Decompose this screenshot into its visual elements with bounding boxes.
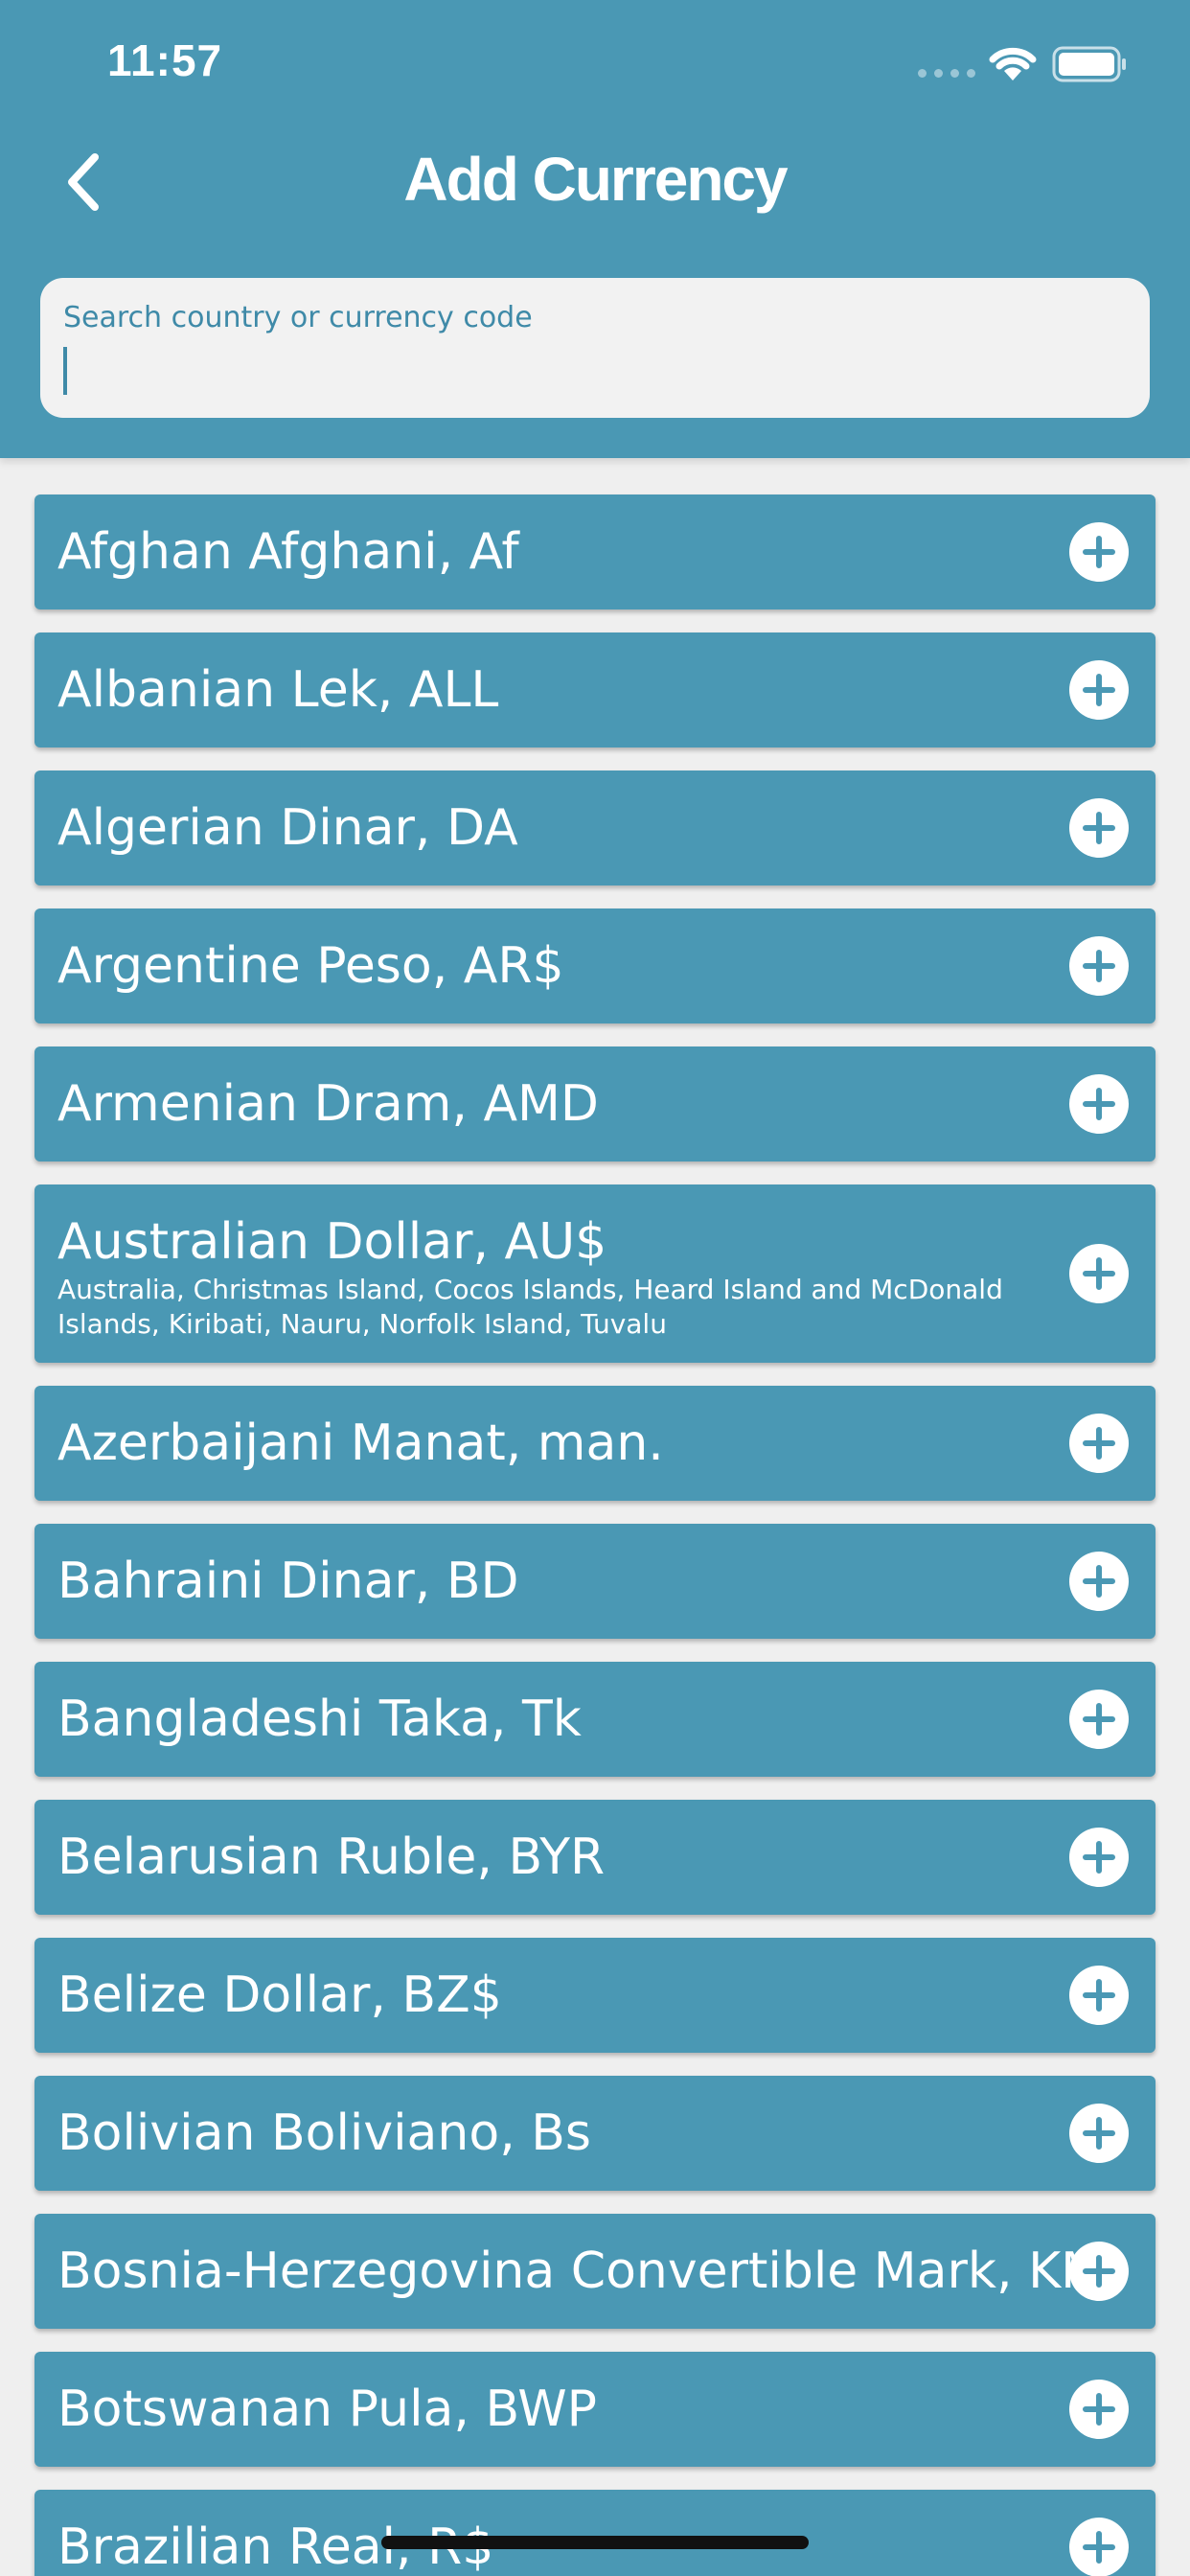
currency-row[interactable]: Bahraini Dinar, BD [34, 1524, 1156, 1639]
currency-row[interactable]: Albanian Lek, ALL [34, 632, 1156, 748]
wifi-icon [989, 47, 1037, 80]
plus-circle-icon[interactable] [1069, 1074, 1129, 1134]
plus-circle-icon[interactable] [1069, 660, 1129, 720]
home-indicator [381, 2536, 809, 2549]
currency-name: Belarusian Ruble, BYR [57, 1828, 606, 1886]
currency-name: Armenian Dram, AMD [57, 1075, 599, 1133]
currency-name: Australian Dollar, AU$ [57, 1213, 607, 1271]
currency-list: Afghan Afghani, Af Albanian Lek, ALL Alger… [34, 494, 1156, 2576]
currency-name: Belize Dollar, BZ$ [57, 1966, 502, 2024]
currency-name: Bosnia-Herzegovina Convertible Mark, KM [57, 2242, 1105, 2300]
plus-circle-icon[interactable] [1069, 1966, 1129, 2025]
currency-row[interactable]: Armenian Dram, AMD [34, 1046, 1156, 1162]
text-caret [63, 347, 67, 395]
currency-row[interactable]: Afghan Afghani, Af [34, 494, 1156, 610]
currency-row[interactable]: Brazilian Real, R$ [34, 2490, 1156, 2576]
currency-name: Botswanan Pula, BWP [57, 2380, 598, 2438]
app-header: 11:57 Add Currency Search country or cur… [0, 0, 1190, 458]
currency-row[interactable]: Azerbaijani Manat, man. [34, 1386, 1156, 1501]
plus-circle-icon[interactable] [1069, 798, 1129, 858]
currency-name: Bangladeshi Taka, Tk [57, 1690, 582, 1748]
plus-circle-icon[interactable] [1069, 2380, 1129, 2439]
cellular-signal-icon [918, 69, 975, 78]
plus-circle-icon[interactable] [1069, 1690, 1129, 1749]
currency-name: Azerbaijani Manat, man. [57, 1414, 664, 1472]
currency-row[interactable]: Bolivian Boliviano, Bs [34, 2076, 1156, 2191]
search-input[interactable]: Search country or currency code [40, 278, 1150, 418]
currency-row[interactable]: Australian Dollar, AU$ Australia, Christm… [34, 1184, 1156, 1363]
currency-name: Albanian Lek, ALL [57, 661, 499, 719]
currency-row[interactable]: Botswanan Pula, BWP [34, 2352, 1156, 2467]
plus-circle-icon[interactable] [1069, 1414, 1129, 1473]
plus-circle-icon[interactable] [1069, 522, 1129, 582]
search-placeholder: Search country or currency code [63, 301, 533, 334]
plus-circle-icon[interactable] [1069, 936, 1129, 996]
plus-circle-icon[interactable] [1069, 2242, 1129, 2301]
battery-icon [1052, 46, 1126, 82]
plus-circle-icon[interactable] [1069, 1244, 1129, 1303]
plus-circle-icon[interactable] [1069, 2104, 1129, 2163]
currency-row[interactable]: Belize Dollar, BZ$ [34, 1938, 1156, 2053]
page-title: Add Currency [403, 145, 788, 214]
currency-name: Argentine Peso, AR$ [57, 937, 564, 995]
currency-row[interactable]: Argentine Peso, AR$ [34, 908, 1156, 1024]
currency-name: Afghan Afghani, Af [57, 523, 519, 581]
plus-circle-icon[interactable] [1069, 1828, 1129, 1887]
currency-name: Algerian Dinar, DA [57, 799, 518, 857]
currency-name: Bahraini Dinar, BD [57, 1552, 519, 1610]
currency-row[interactable]: Algerian Dinar, DA [34, 770, 1156, 886]
plus-circle-icon[interactable] [1069, 2518, 1129, 2576]
status-time: 11:57 [107, 35, 223, 85]
currency-name: Bolivian Boliviano, Bs [57, 2104, 592, 2162]
currency-row[interactable]: Bangladeshi Taka, Tk [34, 1662, 1156, 1777]
currency-row[interactable]: Belarusian Ruble, BYR [34, 1800, 1156, 1915]
currency-countries: Australia, Christmas Island, Cocos Islan… [57, 1274, 1003, 1340]
currency-row[interactable]: Bosnia-Herzegovina Convertible Mark, KM [34, 2214, 1156, 2329]
plus-circle-icon[interactable] [1069, 1552, 1129, 1611]
